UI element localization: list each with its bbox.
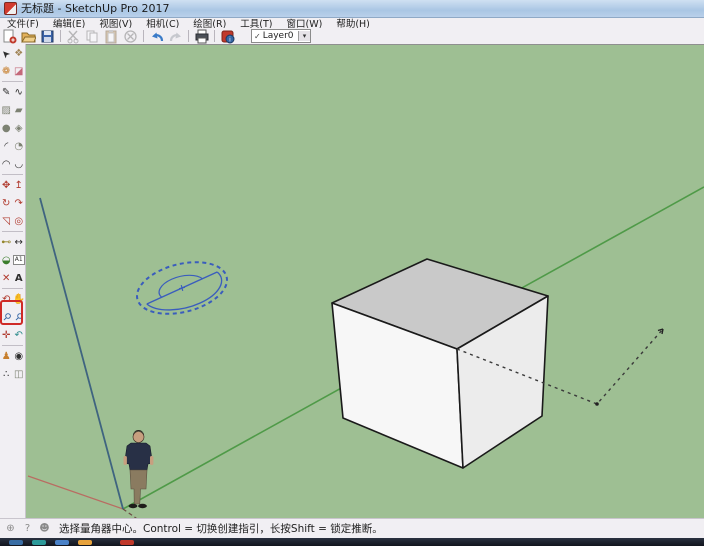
cut-button[interactable] (64, 29, 83, 44)
select-tool-icon[interactable]: ➤ (0, 44, 13, 62)
scale-tool-icon[interactable]: ◹ (0, 212, 13, 230)
orbit-tool-icon[interactable]: ⟲ (0, 290, 13, 308)
section-plane-tool-icon[interactable]: ◫ (13, 365, 26, 383)
tool-group-separator (2, 345, 23, 346)
rectangle-tool-icon[interactable]: ▨ (0, 101, 13, 119)
new-button[interactable] (0, 29, 19, 44)
erase-button[interactable] (121, 29, 140, 44)
taskbar-item[interactable] (32, 540, 46, 545)
look-around-tool-icon[interactable]: ◉ (13, 347, 26, 365)
guide-vertex-mark (595, 402, 599, 406)
model-info-button[interactable]: i (218, 29, 237, 44)
freehand-tool-icon[interactable]: ∿ (13, 83, 26, 101)
open-button[interactable] (19, 29, 38, 44)
follow-me-tool-icon[interactable]: ↷ (13, 194, 26, 212)
position-camera-tool-icon[interactable]: ♟ (0, 347, 13, 365)
undo-button[interactable] (147, 29, 166, 44)
three-point-arc-tool-icon[interactable]: ◡ (13, 155, 26, 173)
toolbar-separator (60, 30, 61, 42)
sketchup-window: 无标题 - SketchUp Pro 2017 文件(F) 编辑(E) 视图(V… (0, 0, 704, 546)
text-tool-icon[interactable]: A1 (13, 251, 26, 269)
user-icon[interactable]: ☻ (38, 522, 51, 535)
windows-taskbar[interactable] (0, 538, 704, 546)
rotate-tool-icon[interactable]: ↻ (0, 194, 13, 212)
layer-current-value: Layer0 (263, 31, 298, 41)
taskbar-item[interactable] (55, 540, 69, 545)
layer-check-icon: ✓ (254, 32, 261, 41)
line-tool-icon[interactable]: ✎ (0, 83, 13, 101)
help-icon[interactable]: ? (21, 522, 34, 535)
push-pull-tool-icon[interactable]: ↥ (13, 176, 26, 194)
print-button[interactable] (192, 29, 211, 44)
app-logo-icon (4, 2, 17, 15)
standard-toolbar: i ✓ Layer0 ▾ (0, 28, 704, 45)
axes-tool-icon[interactable]: ✕ (0, 269, 13, 287)
zoom-extents-tool-icon[interactable]: ✛ (0, 326, 13, 344)
taskbar-item[interactable] (9, 540, 23, 545)
circle-tool-icon[interactable]: ● (0, 119, 13, 137)
walk-tool-icon[interactable]: ∴ (0, 365, 13, 383)
toolbar-separator (188, 30, 189, 42)
red-axis-line (28, 476, 123, 509)
taskbar-item[interactable] (120, 540, 134, 545)
blue-axis-line (40, 198, 123, 509)
two-point-arc-tool-icon[interactable]: ◠ (0, 155, 13, 173)
status-message: 选择量角器中心。Control = 切换创建指引，长按Shift = 锁定推断。 (59, 521, 383, 536)
arc-tool-icon[interactable]: ◜ (0, 137, 13, 155)
cube[interactable] (332, 259, 548, 468)
status-bar: ⊕ ? ☻ 选择量角器中心。Control = 切换创建指引，长按Shift =… (0, 518, 704, 538)
redo-button[interactable] (166, 29, 185, 44)
rotated-rectangle-tool-icon[interactable]: ▰ (13, 101, 26, 119)
geolocation-icon[interactable]: ⊕ (4, 522, 17, 535)
3d-text-tool-icon[interactable]: A (13, 269, 26, 287)
window-title: 无标题 - SketchUp Pro 2017 (21, 3, 170, 14)
paint-bucket-tool-icon[interactable]: ❁ (0, 62, 13, 80)
offset-tool-icon[interactable]: ◎ (13, 212, 26, 230)
toolbar-separator (143, 30, 144, 42)
large-tool-set: ➤ ❖ ❁ ◪ ✎ ∿ ▨ ▰ ● ◈ ◜ ◔ ◠ ◡ ✥ (0, 44, 26, 518)
toolbar-separator (214, 30, 215, 42)
eraser-tool-icon[interactable]: ◪ (13, 62, 26, 80)
layer-dropdown-arrow-icon[interactable]: ▾ (298, 31, 310, 41)
move-tool-icon[interactable]: ✥ (0, 176, 13, 194)
pan-tool-icon[interactable]: ✋ (13, 290, 26, 308)
tape-measure-tool-icon[interactable]: ⊷ (0, 233, 13, 251)
protractor-tool-icon[interactable]: ◒ (0, 251, 13, 269)
taskbar-item[interactable] (78, 540, 92, 545)
copy-button[interactable] (83, 29, 102, 44)
pie-tool-icon[interactable]: ◔ (13, 137, 26, 155)
previous-view-tool-icon[interactable]: ↶ (13, 326, 26, 344)
layer-combobox[interactable]: ✓ Layer0 ▾ (251, 29, 311, 43)
tool-group-separator (2, 288, 23, 289)
paste-button[interactable] (102, 29, 121, 44)
zoom-tool-icon[interactable]: ⚲ (0, 308, 13, 326)
protractor-cursor (132, 254, 233, 323)
dimension-tool-icon[interactable]: ↔ (13, 233, 26, 251)
tool-group-separator (2, 231, 23, 232)
scale-figure[interactable] (124, 430, 154, 508)
tool-group-separator (2, 81, 23, 82)
make-component-tool-icon[interactable]: ❖ (13, 44, 26, 62)
polygon-tool-icon[interactable]: ◈ (13, 119, 26, 137)
drawing-canvas[interactable] (26, 44, 704, 518)
save-button[interactable] (38, 29, 57, 44)
menu-bar: 文件(F) 编辑(E) 视图(V) 相机(C) 绘图(R) 工具(T) 窗口(W… (0, 18, 704, 28)
zoom-window-tool-icon[interactable]: ⚲ (13, 308, 26, 326)
tool-group-separator (2, 174, 23, 175)
